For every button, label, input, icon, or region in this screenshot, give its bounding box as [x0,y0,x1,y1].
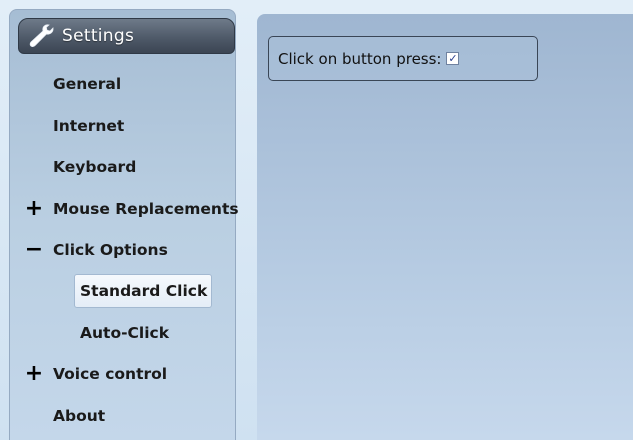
sidebar-item-label: About [53,407,106,425]
sidebar-item-label: General [53,75,122,93]
sidebar-item-label: Voice control [53,365,168,383]
sidebar-item-keyboard[interactable]: Keyboard [53,150,136,184]
sidebar-item-standard-click[interactable]: Standard Click [74,274,212,308]
sidebar-item-internet[interactable]: Internet [53,109,124,143]
sidebar-item-label: Standard Click [80,282,208,300]
sidebar-item-voice-control[interactable]: + Voice control [23,357,167,391]
sidebar-item-general[interactable]: General [53,67,121,101]
sidebar-item-mouse-replacements[interactable]: + Mouse Replacements [23,192,239,226]
sidebar-item-label: Mouse Replacements [53,200,239,218]
wrench-icon [24,20,60,52]
settings-header: Settings [18,18,235,54]
sidebar-item-label: Keyboard [53,158,137,176]
settings-title: Settings [62,26,135,46]
collapse-minus-icon[interactable]: − [23,239,45,261]
sidebar-item-label: Internet [53,117,125,135]
expand-plus-icon[interactable]: + [23,198,45,220]
settings-window: Settings General Internet Keyboard + Mou… [0,0,633,440]
click-on-press-option: Click on button press: ✓ [268,36,538,81]
sidebar-item-about[interactable]: About [53,399,105,433]
checkmark-icon: ✓ [448,52,458,65]
sidebar: Settings General Internet Keyboard + Mou… [9,9,239,440]
sidebar-item-click-options[interactable]: − Click Options [23,233,168,267]
sidebar-item-label: Click Options [53,241,168,259]
click-on-press-checkbox[interactable]: ✓ [446,52,460,65]
click-on-press-label: Click on button press: [278,49,442,68]
sidebar-item-auto-click[interactable]: Auto-Click [80,316,169,350]
sidebar-item-label: Auto-Click [80,324,170,342]
expand-plus-icon[interactable]: + [23,363,45,385]
main-panel: Click on button press: ✓ [257,14,633,440]
